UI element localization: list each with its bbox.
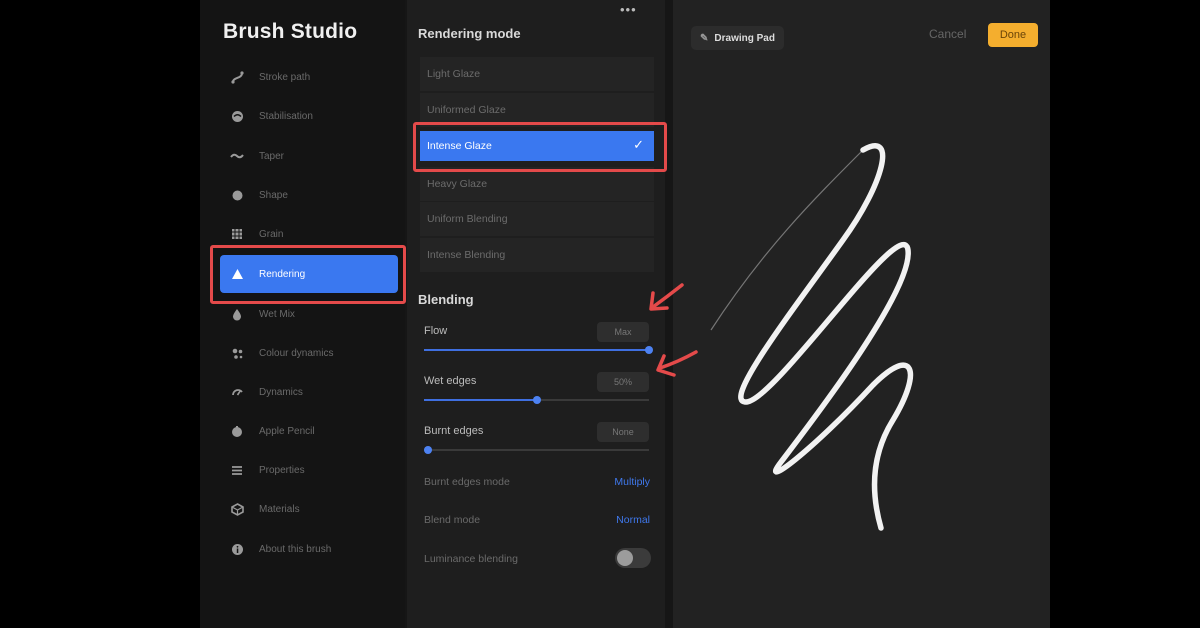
brush-stroke-preview: [710, 143, 914, 531]
flow-slider-knob[interactable]: [645, 346, 653, 354]
blend-mode-label: Blend mode: [424, 514, 481, 526]
flow-value[interactable]: Max: [597, 322, 649, 342]
about-icon: [229, 541, 245, 557]
wet-edges-slider-knob[interactable]: [532, 396, 541, 404]
sidebar-item-label: Materials: [259, 503, 300, 515]
burnt-edges-mode-value[interactable]: Multiply: [614, 476, 650, 488]
highlight-intense-glaze: [413, 122, 667, 172]
mode-option[interactable]: Light Glaze: [420, 57, 654, 91]
sidebar-item-label: Colour dynamics: [259, 347, 334, 359]
wet-edges-slider[interactable]: [424, 396, 649, 404]
sidebar-item-label: Shape: [259, 189, 288, 201]
properties-icon: [229, 462, 245, 478]
mode-option[interactable]: Intense Blending: [420, 238, 654, 272]
sidebar-item-materials[interactable]: Materials: [220, 490, 398, 528]
apple-pencil-icon: [229, 423, 245, 439]
blend-mode-value[interactable]: Normal: [616, 514, 650, 526]
sidebar-item-stabilisation[interactable]: Stabilisation: [220, 97, 398, 135]
sidebar-item-taper[interactable]: Taper: [220, 137, 398, 175]
burnt-edges-slider[interactable]: [424, 446, 649, 454]
wet-mix-icon: [229, 306, 245, 322]
burnt-edges-slider-knob[interactable]: [424, 446, 432, 454]
more-options-button[interactable]: •••: [620, 2, 637, 17]
sidebar-item-properties[interactable]: Properties: [220, 451, 398, 489]
brush-studio-window: Brush Studio Stroke path Stabilisation T…: [200, 0, 1050, 628]
sidebar-item-label: Dynamics: [259, 386, 303, 398]
materials-icon: [229, 501, 245, 517]
burnt-edges-mode-label: Burnt edges mode: [424, 476, 510, 488]
stabilisation-icon: [229, 108, 245, 124]
colour-dynamics-icon: [229, 345, 245, 361]
app-title: Brush Studio: [223, 20, 358, 43]
sidebar-item-apple-pencil[interactable]: Apple Pencil: [220, 412, 398, 450]
wet-edges-label: Wet edges: [424, 375, 477, 387]
toggle-knob: [617, 550, 633, 566]
flow-slider-fill: [424, 349, 649, 351]
drawing-pad[interactable]: ✎ Drawing Pad Cancel Done: [673, 0, 1050, 628]
sidebar-item-stroke-path[interactable]: Stroke path: [220, 58, 398, 96]
sidebar-item-label: Grain: [259, 228, 284, 240]
sidebar: Brush Studio Stroke path Stabilisation T…: [200, 0, 405, 628]
sidebar-item-label: Properties: [259, 464, 305, 476]
sidebar-item-dynamics[interactable]: Dynamics: [220, 373, 398, 411]
burnt-edges-value[interactable]: None: [597, 422, 649, 442]
mode-option-label: Heavy Glaze: [427, 178, 488, 190]
sidebar-item-about[interactable]: About this brush: [220, 530, 398, 568]
sidebar-item-label: Stroke path: [259, 71, 311, 83]
rendering-mode-title: Rendering mode: [418, 26, 521, 41]
sidebar-item-label: Apple Pencil: [259, 425, 315, 437]
sidebar-item-colour-dynamics[interactable]: Colour dynamics: [220, 334, 398, 372]
grain-icon: [229, 226, 245, 242]
luminance-blending-toggle[interactable]: [615, 548, 651, 568]
flow-label: Flow: [424, 325, 448, 337]
mode-option[interactable]: Heavy Glaze: [420, 167, 654, 201]
sidebar-item-label: Wet Mix: [259, 308, 295, 320]
sidebar-item-label: Stabilisation: [259, 110, 313, 122]
mode-option-label: Uniformed Glaze: [427, 104, 506, 116]
settings-panel: ••• Rendering mode Light Glaze Uniformed…: [407, 0, 665, 628]
luminance-blending-label: Luminance blending: [424, 553, 518, 565]
mode-option-label: Light Glaze: [427, 68, 481, 80]
stroke-path-icon: [229, 69, 245, 85]
shape-icon: [229, 187, 245, 203]
mode-option-label: Uniform Blending: [427, 213, 508, 225]
sidebar-item-label: Taper: [259, 150, 285, 162]
flow-slider[interactable]: [424, 346, 653, 354]
wet-edges-value[interactable]: 50%: [597, 372, 649, 392]
highlight-rendering: [210, 245, 406, 304]
blending-title: Blending: [418, 292, 474, 307]
sidebar-item-shape[interactable]: Shape: [220, 176, 398, 214]
taper-icon: [229, 148, 245, 164]
sidebar-item-label: About this brush: [259, 543, 332, 555]
dynamics-icon: [229, 384, 245, 400]
burnt-edges-label: Burnt edges: [424, 425, 484, 437]
mode-option[interactable]: Uniform Blending: [420, 202, 654, 236]
wet-edges-slider-fill: [424, 399, 537, 401]
mode-option-label: Intense Blending: [427, 249, 506, 261]
